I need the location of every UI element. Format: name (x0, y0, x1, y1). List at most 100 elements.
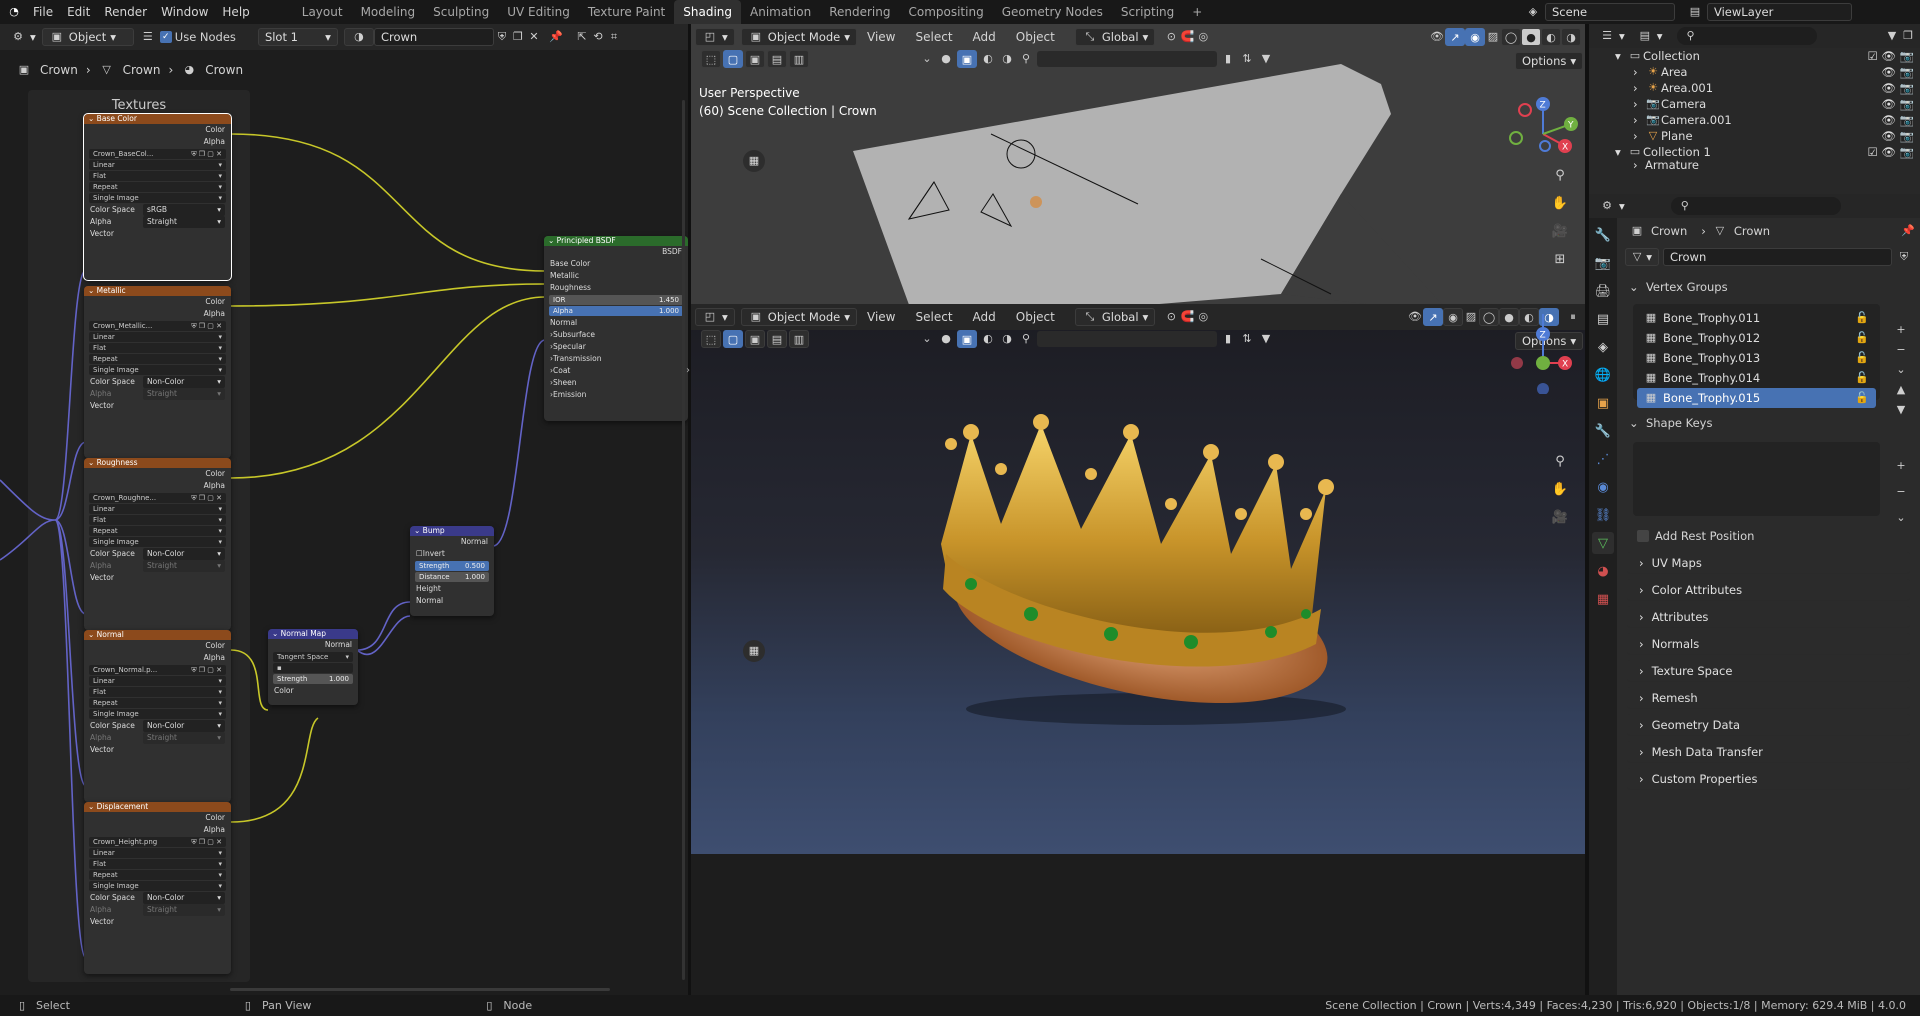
outliner-search[interactable]: ⚲ (1676, 27, 1817, 45)
color-space-dropdown[interactable]: Non-Color ▾ (143, 892, 225, 904)
panel-uv-maps[interactable]: › UV Maps (1627, 552, 1910, 574)
pan-hand-icon[interactable]: ✋ (1549, 478, 1571, 500)
search-input[interactable] (1037, 51, 1217, 67)
select-subtract-icon[interactable]: ▤ (767, 330, 787, 348)
interpolation-dropdown[interactable]: Linear ▾ (89, 848, 226, 858)
remove-icon[interactable]: − (1893, 342, 1909, 358)
bump-node[interactable]: ⌄ Bump Normal ☐ Invert Strength 0.500 Dis… (410, 526, 494, 616)
normal-input[interactable]: Normal (410, 595, 494, 607)
outliner-item-area[interactable]: › ☀ Area 👁 📷 (1615, 64, 1920, 80)
palette-icon[interactable]: ● (938, 331, 954, 347)
scene-selector[interactable]: Scene (1545, 3, 1675, 21)
extension-dropdown[interactable]: Repeat ▾ (89, 526, 226, 536)
search-input[interactable] (1037, 331, 1217, 347)
tab-texture-paint[interactable]: Texture Paint (579, 0, 674, 24)
menu-file[interactable]: File (26, 5, 60, 19)
image-actions-icon[interactable]: ⛨ ❐ ▢ ✕ (191, 666, 222, 675)
viewport-bottom[interactable]: ◰ ▾ ▣ Object Mode ▾ View Select Add Object … (691, 304, 1585, 854)
interpolation-dropdown[interactable]: Linear ▾ (89, 332, 226, 342)
lock-icon[interactable]: 🔓 (1854, 310, 1870, 326)
filter-icon[interactable]: ▼ (1884, 28, 1900, 44)
menu-view[interactable]: View (857, 30, 905, 44)
use-nodes-toggle[interactable]: ✓ Use Nodes (159, 30, 236, 44)
outliner-item-camera[interactable]: › 📷 Camera 👁 📷 (1615, 96, 1920, 112)
tab-shading[interactable]: Shading (674, 0, 741, 24)
particles-tab-icon[interactable]: ⋰ (1592, 448, 1614, 470)
image-selector[interactable]: Crown_Normal.p... ⛨ ❐ ▢ ✕ (89, 665, 226, 675)
bsdf-input-row[interactable]: Normal (544, 317, 688, 329)
source-dropdown[interactable]: Single Image ▾ (89, 709, 226, 719)
bsdf-input-row[interactable]: Metallic (544, 270, 688, 282)
xray-icon[interactable]: ▨ (1463, 309, 1479, 325)
duplicate-icon[interactable]: ❐ (510, 29, 526, 45)
outliner[interactable]: ☰ ▾ ▤ ▾ ⚲ ▼ ❐ ▾ ▭ Collection ☑ 👁 📷 › ☀ Area 👁 📷 … (1589, 24, 1920, 194)
tab-animation[interactable]: Animation (741, 0, 820, 24)
orientation-dropdown[interactable]: ⤡ Global ▾ (1074, 308, 1156, 326)
horizontal-scrollbar[interactable] (230, 988, 610, 991)
menu-select[interactable]: Select (906, 30, 963, 44)
alpha-mode-dropdown[interactable]: Straight ▾ (143, 216, 225, 228)
view-layer-icon[interactable]: ▤ (1687, 4, 1703, 20)
palette-icon[interactable]: ● (938, 51, 954, 67)
source-dropdown[interactable]: Single Image ▾ (89, 365, 226, 375)
alpha-mode-dropdown[interactable]: Straight ▾ (143, 560, 225, 572)
checker-icon[interactable]: ▦ (743, 150, 765, 172)
vertex-group-item[interactable]: ▦ Bone_Trophy.014 🔓 (1637, 368, 1876, 388)
alpha-mode-row[interactable]: Alpha Straight ▾ (84, 388, 231, 400)
interpolation-dropdown[interactable]: Linear ▾ (89, 504, 226, 514)
chevron-down-icon[interactable]: ⌄ (919, 331, 935, 347)
menu-hamburger-icon[interactable]: ☰ (140, 29, 156, 45)
editor-type-dropdown[interactable]: ☰ ▾ (1593, 27, 1631, 45)
overlay-toggle[interactable]: ◉ (1465, 28, 1485, 46)
outliner-collection-1[interactable]: ▾ ▭ Collection 1 ☑ 👁 📷 (1615, 144, 1920, 160)
menu-window[interactable]: Window (154, 5, 215, 19)
vertex-group-item[interactable]: ▦ Bone_Trophy.013 🔓 (1637, 348, 1876, 368)
new-collection-icon[interactable]: ❐ (1900, 28, 1916, 44)
image-texture-node[interactable]: ⌄ Base Color Color Alpha Crown_BaseCol..… (83, 113, 232, 281)
vector-input[interactable]: Vector (84, 744, 231, 756)
panel-custom-properties[interactable]: › Custom Properties (1627, 768, 1910, 790)
color-space-dropdown[interactable]: Non-Color ▾ (143, 548, 225, 560)
shape-keys-list[interactable] (1633, 442, 1880, 516)
mesh-data-tab-icon[interactable]: ▽ (1592, 532, 1614, 554)
mesh-name-field[interactable]: Crown (1663, 248, 1892, 266)
parent-node-icon[interactable]: ⇱ (574, 29, 590, 45)
tool-tab-icon[interactable]: 🔧 (1592, 224, 1614, 246)
projection-dropdown[interactable]: Flat ▾ (89, 343, 226, 353)
pan-hand-icon[interactable]: ✋ (1549, 192, 1571, 214)
chevron-down-icon[interactable]: ⌄ (919, 51, 935, 67)
vector-input[interactable]: Vector (84, 400, 231, 412)
object-tab-icon[interactable]: ▣ (1592, 392, 1614, 414)
height-input[interactable]: Height (410, 583, 494, 595)
bookmark-icon[interactable]: ▮ (1220, 51, 1236, 67)
bsdf-input-row[interactable]: Base Color (544, 258, 688, 270)
interpolation-dropdown[interactable]: Linear ▾ (89, 676, 226, 686)
pin-icon[interactable]: 📌 (548, 29, 564, 45)
source-dropdown[interactable]: Single Image ▾ (89, 193, 226, 203)
panel-normals[interactable]: › Normals (1627, 633, 1910, 655)
mode-dropdown[interactable]: ▣ Object Mode ▾ (740, 28, 858, 46)
material-tab-icon[interactable]: ◕ (1592, 560, 1614, 582)
fake-user-shield-icon[interactable]: ⛨ (1896, 249, 1912, 265)
physics-tab-icon[interactable]: ◉ (1592, 476, 1614, 498)
panel-sheen[interactable]: › Sheen (544, 377, 688, 389)
add-workspace-icon[interactable]: + (1183, 0, 1211, 24)
move-up-icon[interactable]: ▲ (1893, 382, 1909, 398)
interpolation-dropdown[interactable]: Linear ▾ (89, 160, 226, 170)
orientation-dropdown[interactable]: ⤡ Global ▾ (1074, 28, 1156, 46)
menu-object[interactable]: Object (1006, 310, 1065, 324)
proportional-icon[interactable]: ◎ (1195, 29, 1211, 45)
image-actions-icon[interactable]: ⛨ ❐ ▢ ✕ (191, 838, 222, 847)
projection-dropdown[interactable]: Flat ▾ (89, 171, 226, 181)
pivot-icon[interactable]: ⊙ (1163, 309, 1179, 325)
source-dropdown[interactable]: Single Image ▾ (89, 537, 226, 547)
gizmo-toggle[interactable]: ↗ (1445, 28, 1465, 46)
wireframe-shading[interactable]: ◯ (1479, 308, 1499, 326)
extension-dropdown[interactable]: Repeat ▾ (89, 182, 226, 192)
space-dropdown[interactable]: Tangent Space ▾ (273, 652, 353, 662)
alpha-mode-dropdown[interactable]: Straight ▾ (143, 388, 225, 400)
add-icon[interactable]: + (1893, 322, 1909, 338)
color-space-row[interactable]: Color Space Non-Color ▾ (84, 892, 231, 904)
material-shading[interactable]: ◐ (1541, 28, 1561, 46)
sort-icon[interactable]: ⇅ (1239, 51, 1255, 67)
